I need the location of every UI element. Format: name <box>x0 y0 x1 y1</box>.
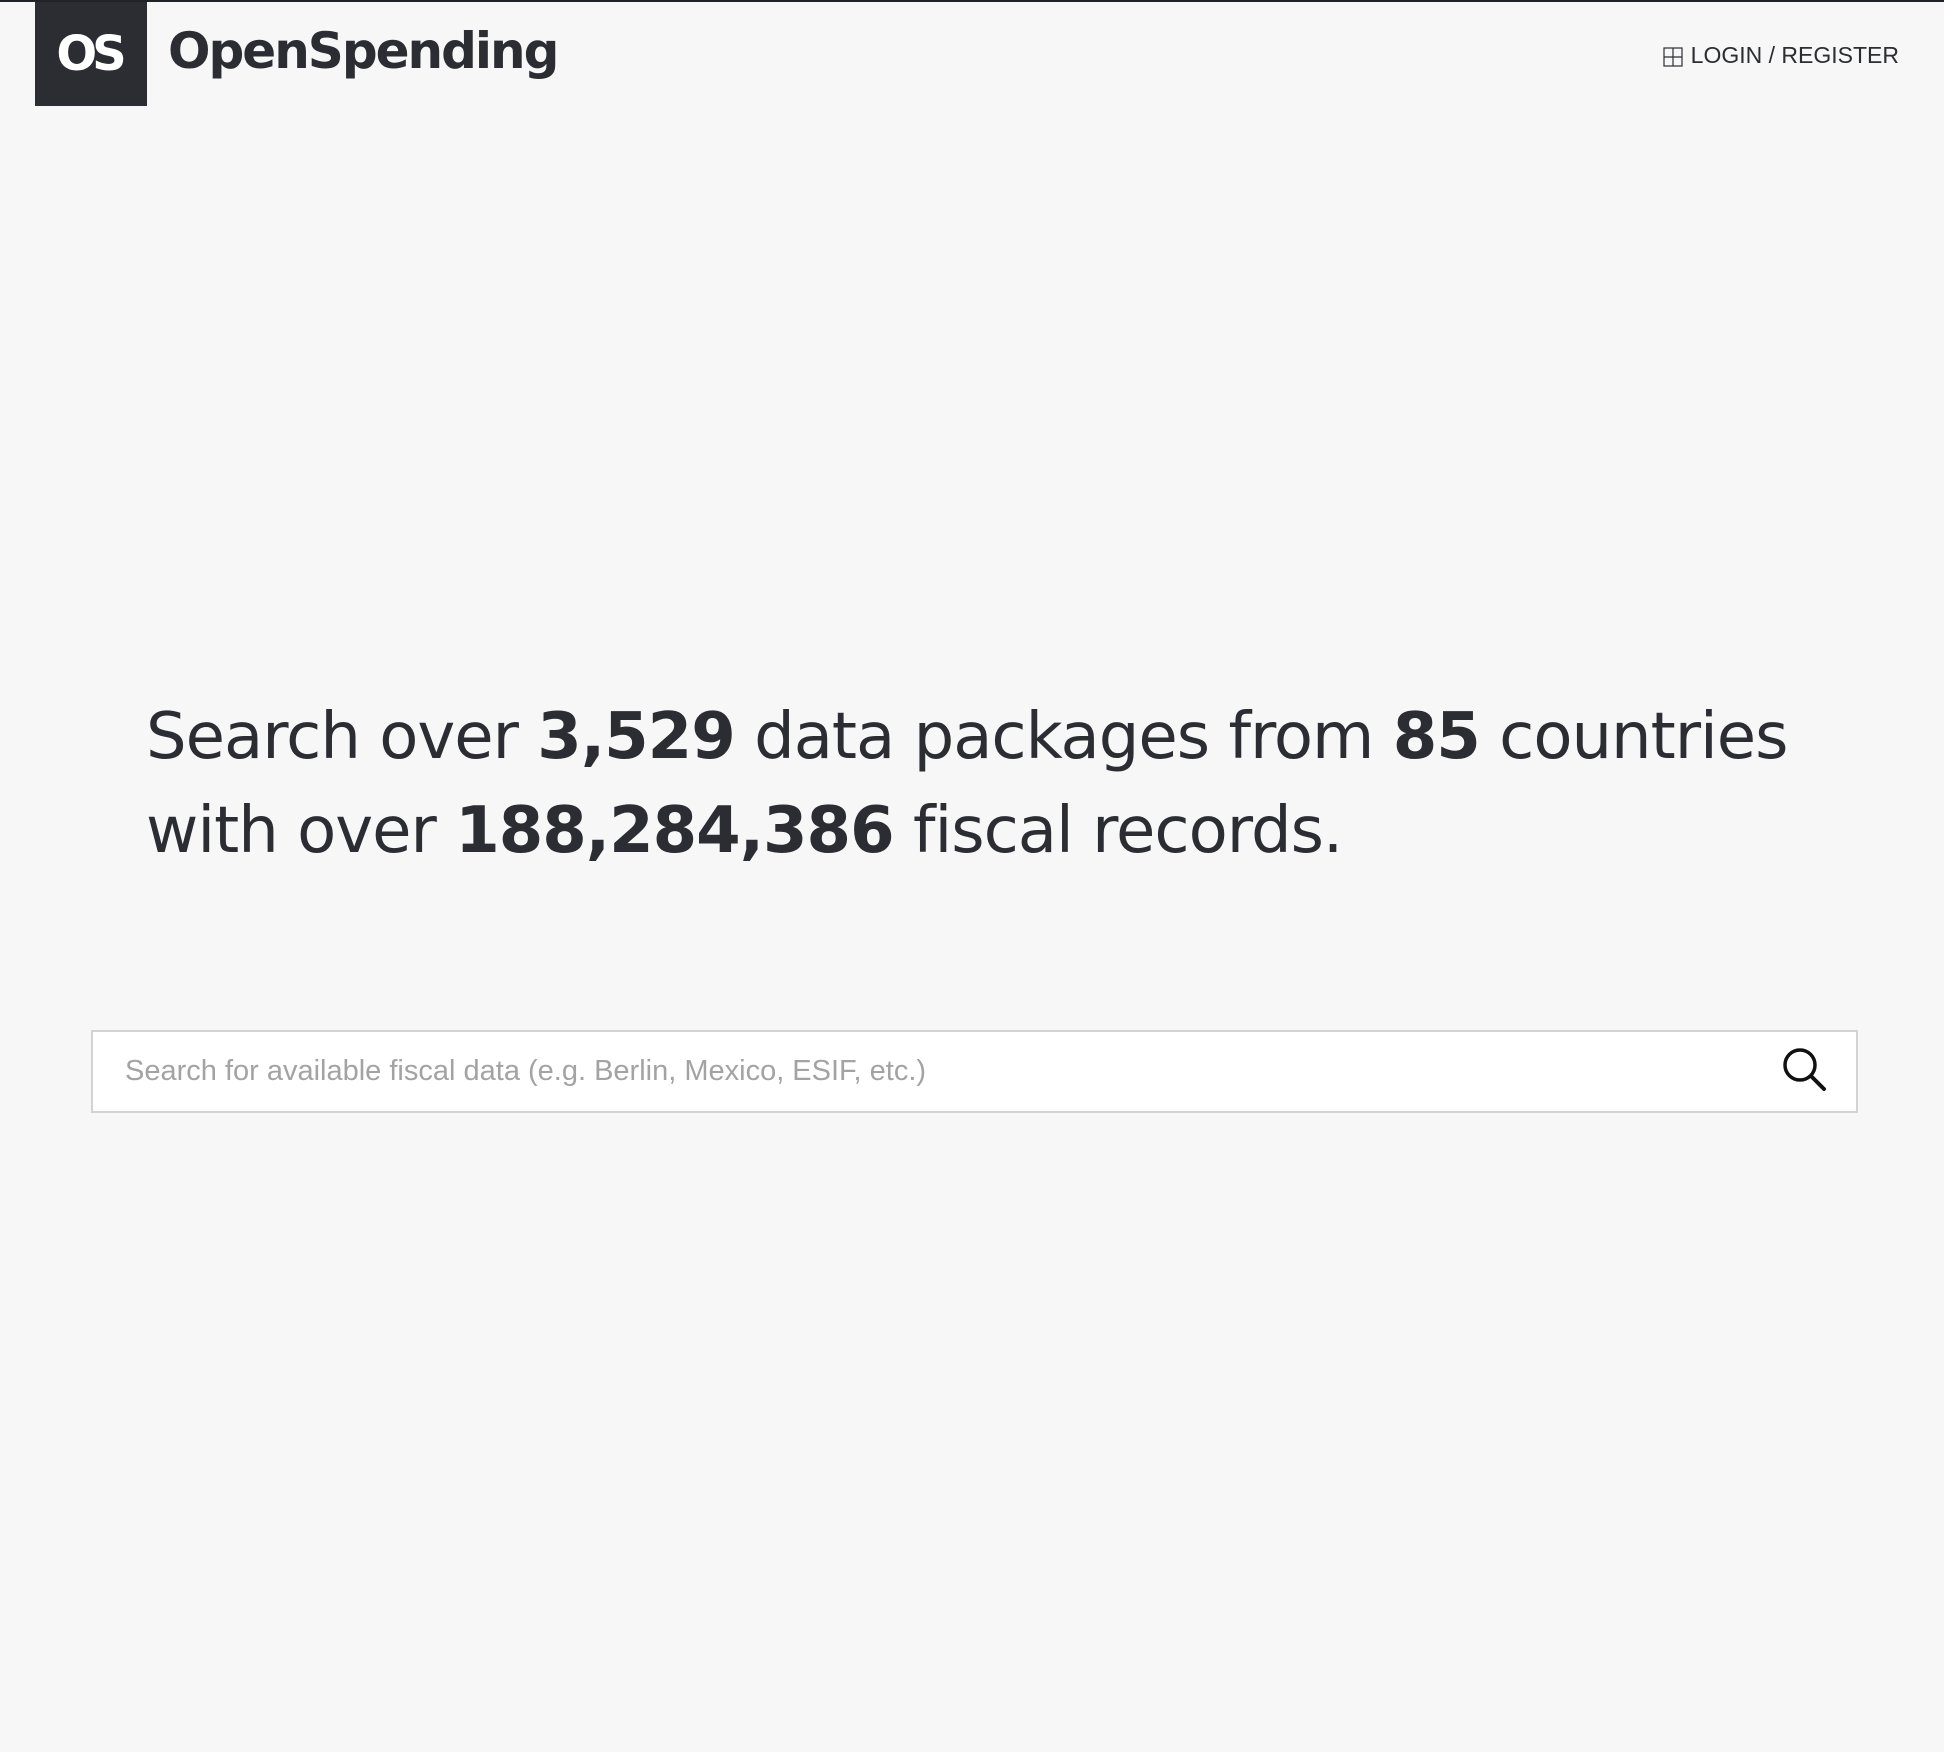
brand-name[interactable]: OpenSpending <box>168 24 559 79</box>
search-input[interactable] <box>93 1031 1774 1112</box>
countries-count: 85 <box>1392 700 1481 774</box>
login-register-label: LOGIN / REGISTER <box>1690 42 1899 68</box>
search-bar <box>91 1030 1858 1113</box>
hero-headline: Search over 3,529 data packages from 85 … <box>146 690 1846 878</box>
hero-text-1: Search over <box>146 700 538 774</box>
search-icon <box>1780 1045 1828 1098</box>
logo[interactable]: OS <box>35 2 147 106</box>
search-button[interactable] <box>1774 1042 1834 1102</box>
hero-text-4: fiscal records. <box>893 794 1343 868</box>
login-register-link[interactable]: LOGIN / REGISTER <box>1663 42 1899 69</box>
packages-count: 3,529 <box>537 700 735 774</box>
hero-text-2: data packages from <box>734 700 1393 774</box>
site-header: OS OpenSpending LOGIN / REGISTER <box>0 2 1944 108</box>
grid-icon <box>1663 46 1683 67</box>
logo-mark: OS <box>56 26 126 82</box>
records-count: 188,284,386 <box>455 794 894 868</box>
